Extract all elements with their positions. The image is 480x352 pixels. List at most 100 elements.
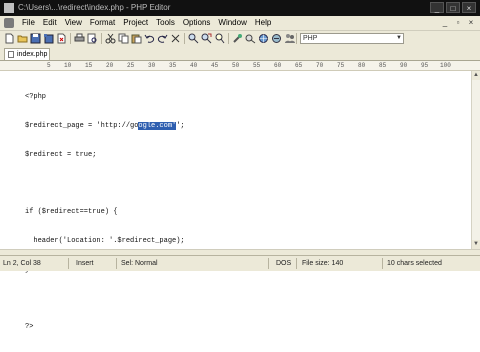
code-text: '; bbox=[176, 121, 185, 130]
ruler-tick: 45 bbox=[211, 62, 219, 69]
ruler-tick: 20 bbox=[106, 62, 114, 69]
code-text: ?> bbox=[25, 323, 34, 332]
line-ending: DOS bbox=[276, 260, 292, 267]
code-text: $redirect = true; bbox=[25, 150, 97, 159]
menu-tools[interactable]: Tools bbox=[152, 16, 179, 30]
menu-help[interactable]: Help bbox=[251, 16, 275, 30]
cut-icon[interactable] bbox=[105, 33, 116, 44]
browser-preview-icon[interactable] bbox=[258, 33, 269, 44]
toggle-bookmark-icon[interactable] bbox=[232, 33, 243, 44]
ruler-tick: 85 bbox=[379, 62, 387, 69]
code-line-3[interactable]: $redirect = true; bbox=[25, 151, 185, 161]
menu-format[interactable]: Format bbox=[86, 16, 119, 30]
ruler-tick: 40 bbox=[190, 62, 198, 69]
save-icon[interactable] bbox=[30, 33, 41, 44]
title-bar: C:\Users\...\redirect\index.php - PHP Ed… bbox=[0, 0, 480, 16]
delete-icon[interactable] bbox=[170, 33, 181, 44]
toolbar: PHP ▼ bbox=[0, 31, 480, 47]
ruler-tick: 70 bbox=[316, 62, 324, 69]
copy-icon[interactable] bbox=[118, 33, 129, 44]
minimize-button[interactable]: _ bbox=[430, 2, 444, 13]
new-file-icon[interactable] bbox=[4, 33, 15, 44]
code-line-6[interactable]: header('Location: '.$redirect_page); bbox=[25, 237, 185, 247]
ruler-tick: 60 bbox=[274, 62, 282, 69]
ruler-tick: 35 bbox=[169, 62, 177, 69]
open-folder-icon[interactable] bbox=[17, 33, 28, 44]
scroll-down-icon[interactable]: ▼ bbox=[472, 240, 480, 249]
document-tab-bar: index.php bbox=[0, 46, 480, 61]
language-select-value: PHP bbox=[303, 35, 318, 42]
ftp-icon[interactable] bbox=[271, 33, 282, 44]
maximize-button[interactable]: □ bbox=[446, 2, 460, 13]
ruler-tick: 80 bbox=[358, 62, 366, 69]
close-file-icon[interactable] bbox=[56, 33, 67, 44]
replace-icon[interactable] bbox=[201, 33, 212, 44]
code-text: if ($redirect==true) { bbox=[25, 208, 118, 217]
menu-file[interactable]: File bbox=[18, 16, 39, 30]
ruler-tick: 30 bbox=[148, 62, 156, 69]
paste-icon[interactable] bbox=[131, 33, 142, 44]
status-bar: Ln 2, Col 38 Insert Sel: Normal DOS File… bbox=[0, 255, 480, 271]
selection-mode: Sel: Normal bbox=[121, 260, 158, 267]
tab-index-php[interactable]: index.php bbox=[4, 48, 50, 60]
ruler-tick: 50 bbox=[232, 62, 240, 69]
insert-mode: Insert bbox=[76, 260, 94, 267]
code-line-9[interactable]: ?> bbox=[25, 323, 185, 333]
code-area[interactable]: <?php $redirect_page = 'http://google.co… bbox=[25, 74, 185, 352]
window-controls: _ □ × bbox=[430, 2, 476, 13]
menu-window[interactable]: Window bbox=[214, 16, 250, 30]
ruler-tick: 10 bbox=[64, 62, 72, 69]
document-menu-icon[interactable] bbox=[4, 18, 14, 28]
ruler-tick: 5 bbox=[47, 62, 51, 69]
file-size: File size: 140 bbox=[302, 260, 344, 267]
ruler-tick: 100 bbox=[440, 62, 451, 69]
print-icon[interactable] bbox=[74, 33, 85, 44]
doc-minimize-button[interactable]: _ bbox=[440, 18, 450, 27]
app-icon bbox=[4, 3, 14, 13]
vertical-scrollbar[interactable]: ▲ ▼ bbox=[471, 71, 480, 249]
ruler-tick: 55 bbox=[253, 62, 261, 69]
chevron-down-icon: ▼ bbox=[396, 35, 402, 41]
print-preview-icon[interactable] bbox=[87, 33, 98, 44]
menu-options[interactable]: Options bbox=[179, 16, 215, 30]
doc-restore-button[interactable]: ▫ bbox=[453, 18, 463, 27]
code-line-1[interactable]: <?php bbox=[25, 93, 185, 103]
code-line-8[interactable] bbox=[25, 295, 185, 305]
document-window-controls: _ ▫ × bbox=[440, 18, 476, 27]
selected-chars: 10 chars selected bbox=[387, 260, 442, 267]
selected-text[interactable]: ogle.com' bbox=[138, 121, 177, 130]
find-icon[interactable] bbox=[188, 33, 199, 44]
tab-label: index.php bbox=[17, 51, 48, 58]
ruler-tick: 95 bbox=[421, 62, 429, 69]
ruler-tick: 90 bbox=[400, 62, 408, 69]
code-line-4[interactable] bbox=[25, 180, 185, 190]
menu-bar: File Edit View Format Project Tools Opti… bbox=[0, 16, 480, 31]
ruler-tick: 25 bbox=[127, 62, 135, 69]
ruler-tick: 65 bbox=[295, 62, 303, 69]
column-ruler: 5 10 15 20 25 30 35 40 45 50 55 60 65 70… bbox=[0, 61, 480, 71]
language-select[interactable]: PHP ▼ bbox=[300, 33, 404, 44]
file-icon bbox=[8, 51, 14, 58]
code-editor[interactable]: <?php $redirect_page = 'http://google.co… bbox=[0, 71, 471, 331]
find-next-icon[interactable] bbox=[214, 33, 225, 44]
close-button[interactable]: × bbox=[462, 2, 476, 13]
scroll-up-icon[interactable]: ▲ bbox=[472, 71, 480, 80]
code-line-2[interactable]: $redirect_page = 'http://google.com''; bbox=[25, 121, 185, 132]
menu-project[interactable]: Project bbox=[119, 16, 152, 30]
window-title: C:\Users\...\redirect\index.php - PHP Ed… bbox=[18, 3, 171, 12]
menu-edit[interactable]: Edit bbox=[39, 16, 61, 30]
cursor-position: Ln 2, Col 38 bbox=[3, 260, 41, 267]
users-icon[interactable] bbox=[284, 33, 295, 44]
ruler-tick: 15 bbox=[85, 62, 93, 69]
code-line-5[interactable]: if ($redirect==true) { bbox=[25, 208, 185, 218]
code-text: <?php bbox=[25, 93, 47, 102]
code-text: header('Location: '.$redirect_page); bbox=[25, 237, 185, 246]
undo-icon[interactable] bbox=[144, 33, 155, 44]
ruler-tick: 75 bbox=[337, 62, 345, 69]
doc-close-button[interactable]: × bbox=[466, 18, 476, 27]
redo-icon[interactable] bbox=[157, 33, 168, 44]
save-all-icon[interactable] bbox=[43, 33, 54, 44]
code-text: $redirect_page = 'http://go bbox=[25, 121, 139, 130]
spell-check-icon[interactable] bbox=[245, 33, 256, 44]
menu-view[interactable]: View bbox=[61, 16, 86, 30]
